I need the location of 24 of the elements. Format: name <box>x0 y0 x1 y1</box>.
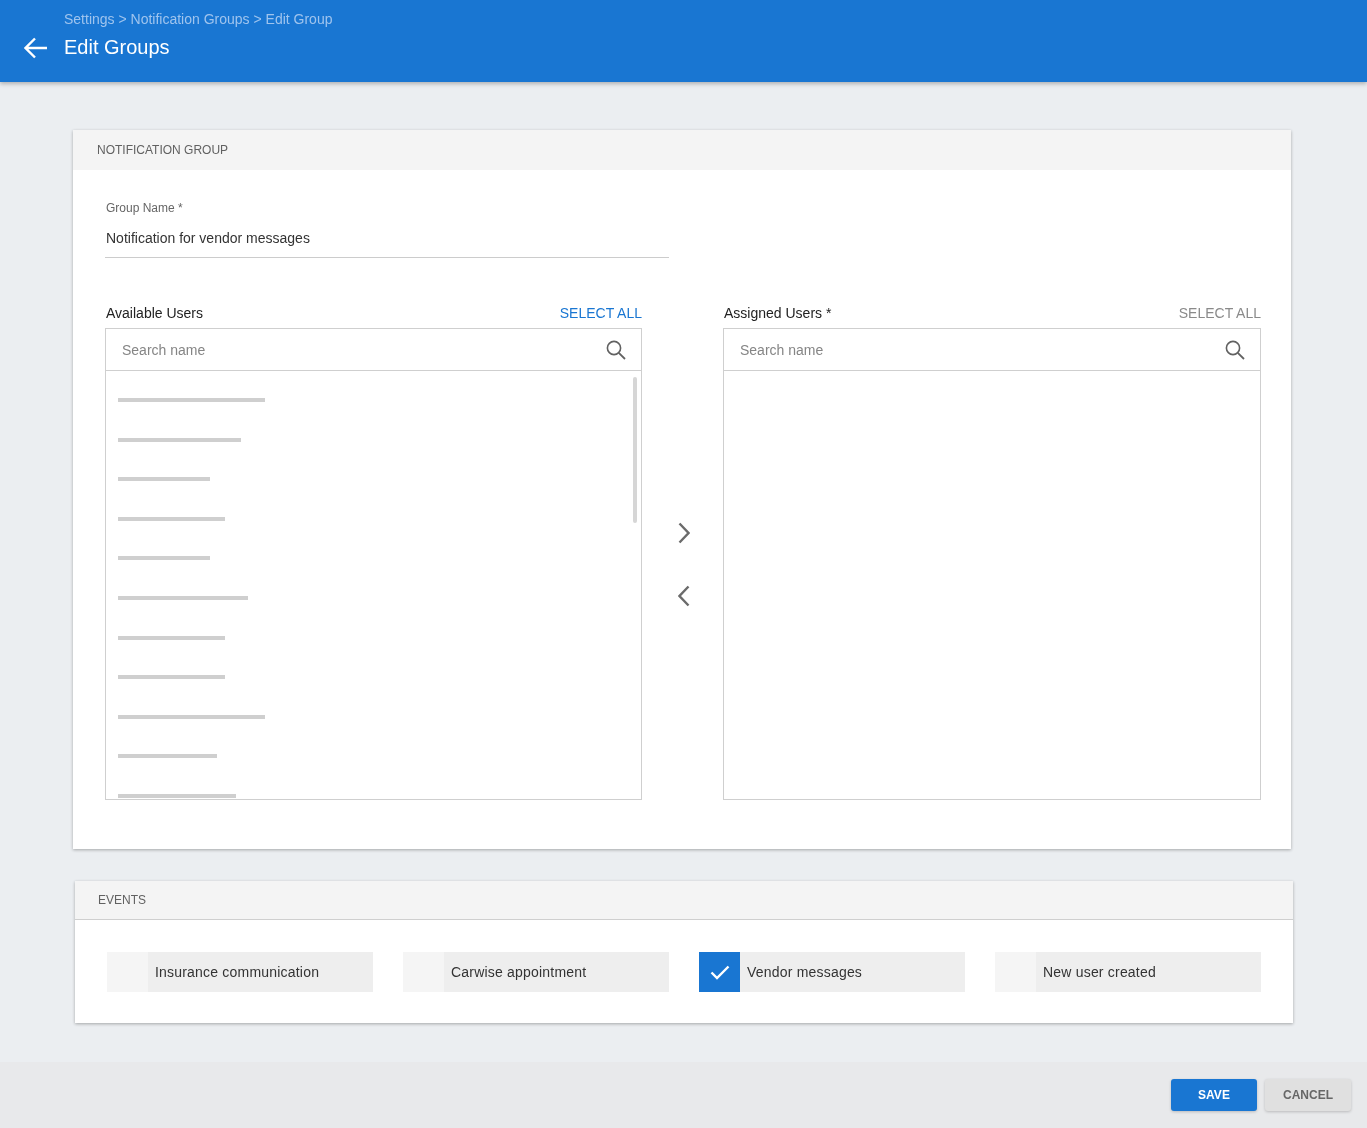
cancel-button[interactable]: CANCEL <box>1265 1079 1351 1111</box>
chevron-right-icon[interactable] <box>677 521 690 544</box>
checkbox[interactable] <box>699 952 740 992</box>
save-button[interactable]: SAVE <box>1171 1079 1257 1111</box>
search-field[interactable]: Search name <box>724 329 1217 370</box>
event-option[interactable]: Carwise appointment <box>403 952 669 992</box>
section-heading: EVENTS <box>98 893 146 907</box>
scrollbar-thumb[interactable] <box>633 377 637 523</box>
search-icon[interactable] <box>606 339 626 360</box>
list-label: Available Users <box>105 305 203 321</box>
event-option[interactable]: New user created <box>995 952 1261 992</box>
checkmark-icon <box>709 964 730 980</box>
search-icon[interactable] <box>1225 339 1245 360</box>
section-heading: NOTIFICATION GROUP <box>97 143 229 157</box>
chevron-left-icon[interactable] <box>677 584 690 607</box>
select-all-link[interactable]: SELECT ALL <box>559 305 642 321</box>
group-name-field[interactable]: Notification for vendor messages <box>105 219 669 258</box>
event-option[interactable]: Vendor messages <box>699 952 965 992</box>
list-label: Assigned Users * <box>723 305 832 321</box>
page-title: Edit Groups <box>64 35 170 59</box>
back-arrow-icon[interactable] <box>24 37 48 59</box>
field-label: Group Name * <box>106 201 183 215</box>
search-field[interactable]: Search name <box>106 329 598 370</box>
event-option[interactable]: Insurance communication <box>107 952 373 992</box>
